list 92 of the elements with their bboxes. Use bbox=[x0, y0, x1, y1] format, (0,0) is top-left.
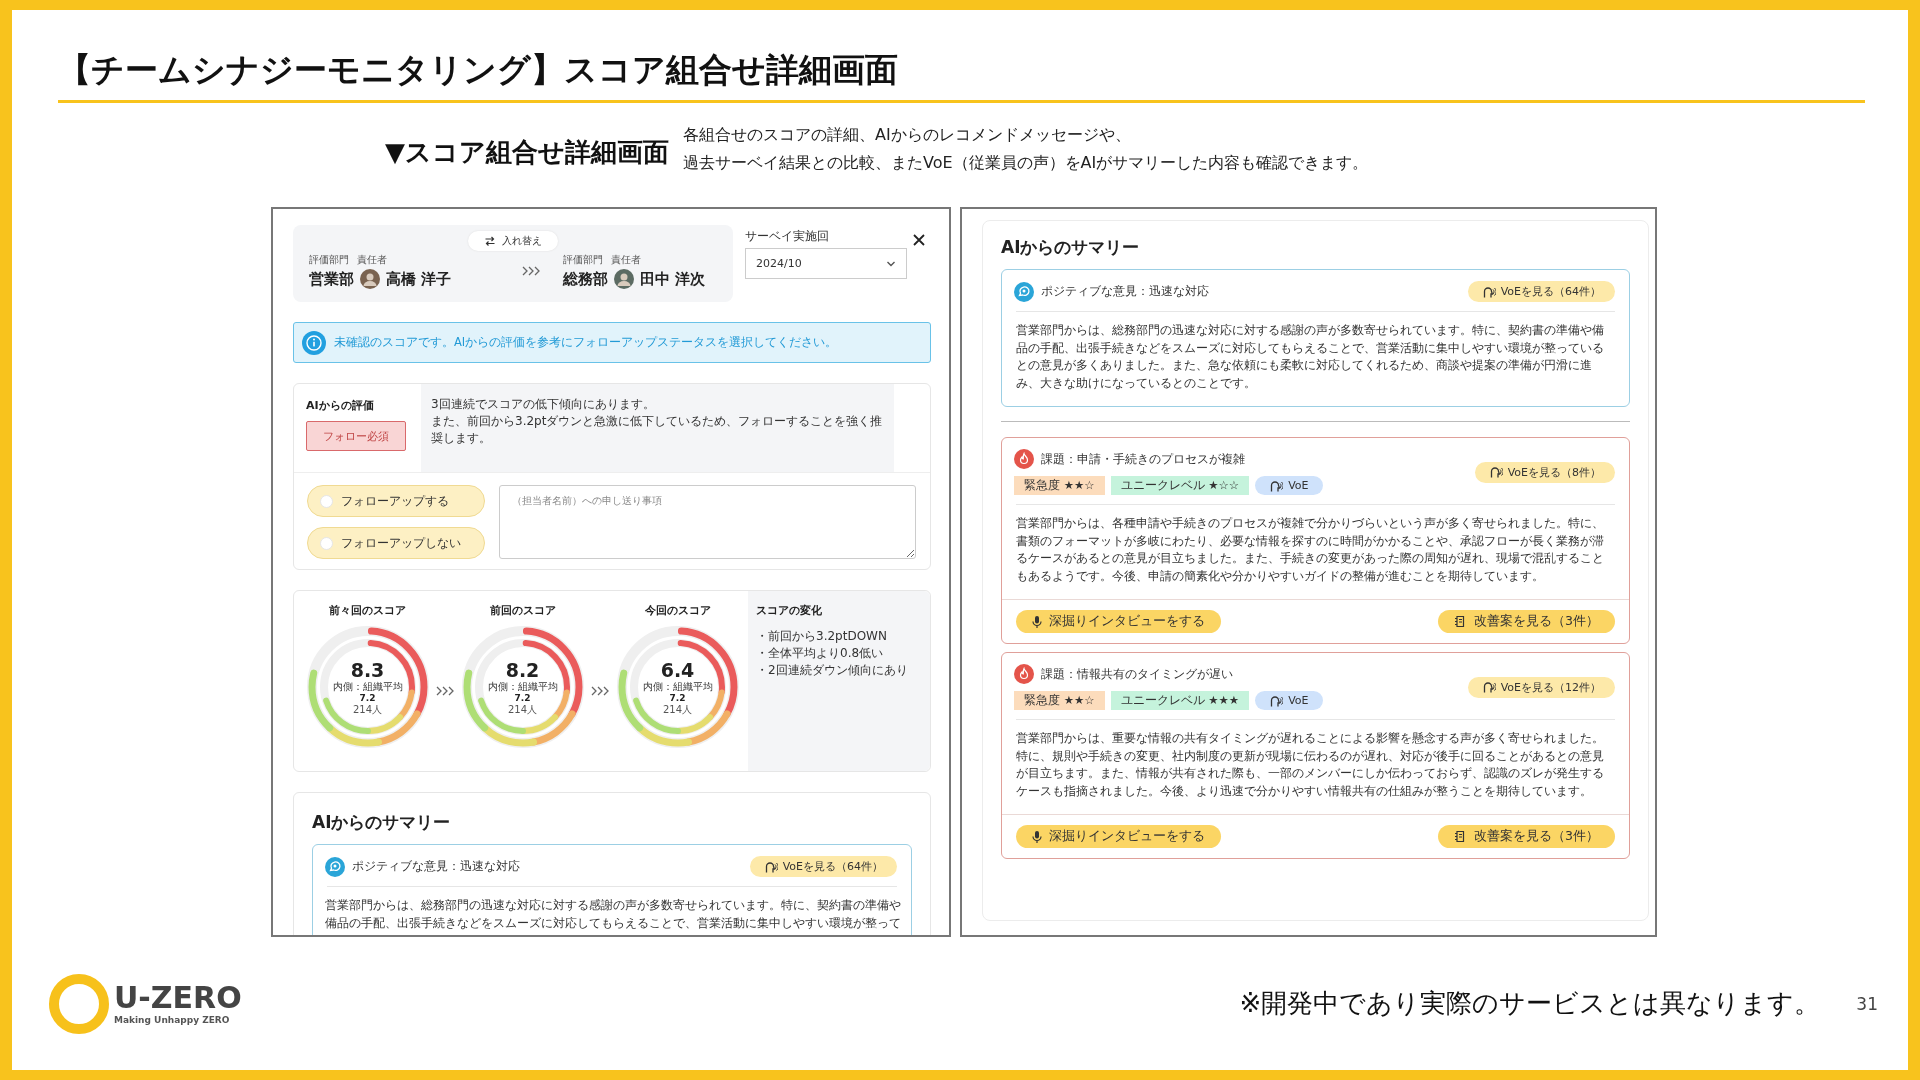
summary-item-title: ポジティブな意見：迅速な対応 bbox=[1041, 283, 1209, 300]
avatar-icon bbox=[614, 269, 634, 289]
summary-item-title: ポジティブな意見：迅速な対応 bbox=[352, 858, 520, 875]
chevrons-icon bbox=[435, 685, 455, 697]
summary-text: 営業部門からは、重要な情報の共有タイミングが遅れることによる影響を懸念する声が多く寄せられました。特に、規則や手続きの変更、社内制度の更新が現場に伝わるのが遅れ、対応が後手に回ることがあるとの意見が目立ちます。また、情報が共有された際も、一部のメンバーにしか伝わっておらず、認識のズレが発生するケースも指摘されました。今後、より迅速で分かりやすい情報共有の仕組みが整うことを期待しています。 bbox=[1015, 730, 1605, 800]
avatar-icon bbox=[360, 269, 380, 289]
score-title: 今回のスコア bbox=[644, 603, 711, 618]
chat-icon bbox=[1014, 281, 1034, 302]
description-text: 過去サーベイ結果との比較、またVoE（従業員の声）をAIがサマリーした内容も確認できます。 bbox=[683, 152, 1369, 174]
voe-button[interactable]: VoEを見る（64件） bbox=[749, 856, 897, 877]
tag: 緊急度 ★★☆ bbox=[1014, 691, 1105, 710]
tag: 緊急度 ★★☆ bbox=[1014, 476, 1105, 495]
average-score: 7.2 bbox=[359, 692, 376, 704]
swap-icon bbox=[484, 235, 496, 247]
caret-icon bbox=[886, 259, 896, 268]
tag: ユニークレベル ★★★ bbox=[1110, 691, 1250, 710]
speaking-head-icon bbox=[1269, 479, 1284, 492]
section-heading: ▼スコア組合せ詳細画面 bbox=[385, 136, 669, 169]
swap-button[interactable]: 入れ替え bbox=[468, 231, 558, 251]
score-value: 6.4 bbox=[660, 658, 695, 681]
score-title: 前々回のスコア bbox=[329, 603, 406, 618]
logo-tagline: Making Unhappy ZERO bbox=[114, 1013, 231, 1026]
action-button[interactable]: 深掘りインタビューをする bbox=[1016, 825, 1221, 848]
department-label: 評価部門 bbox=[309, 253, 349, 267]
voe-button[interactable]: VoEを見る（8件） bbox=[1474, 461, 1615, 483]
respondent-count: 214人 bbox=[352, 703, 383, 716]
speaking-head-icon bbox=[1481, 285, 1496, 298]
score-change-title: スコアの変化 bbox=[756, 603, 823, 618]
speaking-head-icon bbox=[1488, 466, 1503, 478]
manager-name: 高橋 洋子 bbox=[386, 269, 452, 289]
respondent-count: 214人 bbox=[662, 703, 693, 716]
department-label: 評価部門 bbox=[563, 253, 603, 267]
manager-name: 田中 洋次 bbox=[640, 269, 706, 289]
flame-icon bbox=[1014, 664, 1034, 684]
microphone-icon bbox=[1032, 829, 1042, 844]
handover-field[interactable]: （担当者名前）への申し送り事項 bbox=[499, 485, 916, 559]
score-change-item: ・2回連続ダウン傾向にあり bbox=[756, 662, 909, 679]
score-change-item: ・全体平均より0.8低い bbox=[756, 645, 885, 662]
ring-logo-icon bbox=[48, 972, 110, 1035]
speaking-head-icon bbox=[763, 860, 778, 873]
score-change-item: ・前回から3.2ptDOWN bbox=[756, 628, 888, 645]
department-name: 総務部 bbox=[563, 269, 608, 289]
chevrons-icon bbox=[590, 685, 610, 697]
logo-name: U-ZERO bbox=[114, 981, 242, 1014]
manager-label: 責任者 bbox=[357, 253, 387, 267]
evaluation-message: 3回連続でスコアの低下傾向にあります。 bbox=[431, 396, 656, 413]
summary-heading: AIからのサマリー bbox=[312, 811, 452, 834]
summary-text: 営業部門からは、総務部門の迅速な対応に対する感謝の声が多数寄せられています。特に、契約書の準備や備品の手配、出張手続きなどをスムーズに対応してもらえることで、営業活動に集中しやすい環境が整っているとの意見が多くありました。また、急な依頼にも柔軟に対応してくれるため、商談や提案の準備が円滑に進み、大きな助けになっているとのことです。 bbox=[1015, 322, 1605, 392]
follow-up-option[interactable]: フォローアップしない bbox=[307, 527, 485, 559]
manager-label: 責任者 bbox=[611, 253, 641, 267]
chevrons-icon bbox=[521, 265, 541, 277]
summary-item-title: 課題：情報共有のタイミングが遅い bbox=[1041, 665, 1233, 683]
evaluation-label: AIからの評価 bbox=[306, 398, 374, 413]
average-score: 7.2 bbox=[669, 692, 686, 704]
survey-label: サーベイ実施回 bbox=[745, 228, 830, 245]
speaking-head-icon bbox=[1269, 694, 1284, 707]
action-button[interactable]: 改善案を見る（3件） bbox=[1438, 825, 1615, 848]
average-score: 7.2 bbox=[514, 692, 531, 704]
speaking-head-icon bbox=[1481, 681, 1496, 693]
status-badge: フォロー必須 bbox=[306, 421, 406, 451]
page-number: 31 bbox=[1856, 993, 1878, 1014]
score-value: 8.3 bbox=[350, 658, 385, 681]
disclaimer-note: ※開発中であり実際のサービスとは異なります。 bbox=[1239, 987, 1821, 1020]
chat-icon bbox=[325, 856, 345, 877]
summary-heading: AIからのサマリー bbox=[1001, 236, 1141, 259]
summary-text: 営業部門からは、各種申請や手続きのプロセスが複雑で分かりづらいという声が多く寄せられました。特に、書類のフォーマットが多岐にわたり、必要な情報を探すのに時間がかかることや、承認フローが長く業務が滞るケースがあるとの意見が目立ちました。また、手続きの変更があった際の周知が遅れ、現場で混乱することもあるようです。今後、申請の簡素化や分かりやすいガイドの整備が進むことを期待しています。 bbox=[1015, 515, 1605, 585]
info-icon bbox=[302, 330, 326, 355]
respondent-count: 214人 bbox=[507, 703, 538, 716]
tag: VoE bbox=[1255, 691, 1323, 710]
voe-button[interactable]: VoEを見る（12件） bbox=[1467, 676, 1615, 698]
action-button[interactable]: 深掘りインタビューをする bbox=[1016, 610, 1221, 633]
summary-text: 営業部門からは、総務部門の迅速な対応に対する感謝の声が多数寄せられています。特に、契約書の準備や備品の手配、出張手続きなどをスムーズに対応してもらえることで、営業活動に集中しやすい環境が整って bbox=[324, 897, 902, 932]
close-icon[interactable] bbox=[913, 234, 925, 246]
inner-ring-label: 内側：組織平均 bbox=[487, 680, 558, 693]
inner-ring-label: 内側：組織平均 bbox=[332, 680, 403, 693]
tag: ユニークレベル ★☆☆ bbox=[1110, 476, 1250, 495]
summary-item-title: 課題：申請・手続きのプロセスが複雑 bbox=[1041, 450, 1245, 468]
survey-select[interactable]: 2024/10 bbox=[745, 248, 907, 279]
follow-up-option[interactable]: フォローアップする bbox=[307, 485, 485, 517]
department-name: 営業部 bbox=[309, 269, 354, 289]
evaluation-message: また、前回から3.2ptダウンと急激に低下しているため、フォローすることを強く推奨します。 bbox=[431, 413, 884, 447]
description-text: 各組合せのスコアの詳細、AIからのレコメンドメッセージや、 bbox=[683, 124, 1132, 146]
voe-button[interactable]: VoEを見る（64件） bbox=[1467, 281, 1615, 302]
slide-title: 【チームシナジーモニタリング】スコア組合せ詳細画面 bbox=[58, 49, 898, 91]
score-title: 前回のスコア bbox=[489, 603, 556, 618]
tag: VoE bbox=[1255, 476, 1323, 495]
action-button[interactable]: 改善案を見る（3件） bbox=[1438, 610, 1615, 633]
notice-text: 未確認のスコアです。AIからの評価を参考にフォローアップステータスを選択してください。 bbox=[334, 335, 838, 350]
microphone-icon bbox=[1032, 614, 1042, 629]
inner-ring-label: 内側：組織平均 bbox=[642, 680, 713, 693]
score-value: 8.2 bbox=[505, 658, 540, 681]
flame-icon bbox=[1014, 449, 1034, 469]
